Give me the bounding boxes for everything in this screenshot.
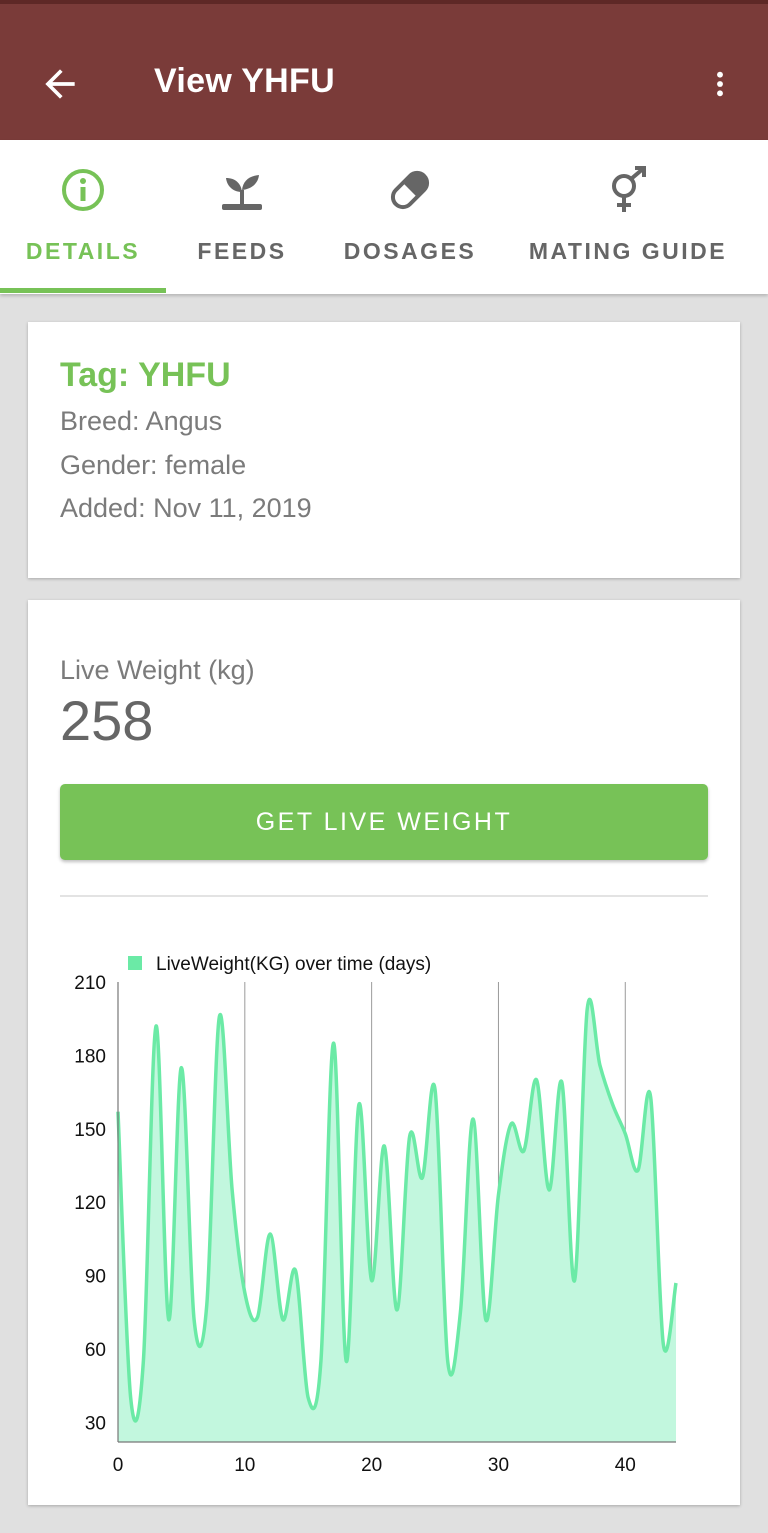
legend-swatch [128, 956, 142, 970]
more-vert-icon[interactable] [704, 62, 736, 106]
active-tab-indicator [0, 288, 166, 293]
live-weight-label: Live Weight (kg) [60, 655, 255, 685]
page-title: View YHFU [154, 62, 335, 100]
animal-gender: Gender: female [60, 450, 247, 480]
x-tick-label: 30 [488, 1455, 509, 1476]
tab-details[interactable]: DETAILS [0, 140, 166, 294]
x-tick-label: 10 [234, 1455, 255, 1476]
tab-mating-guide-label: MATING GUIDE [528, 238, 728, 264]
gender-icon [612, 166, 646, 212]
x-tick-label: 40 [615, 1455, 636, 1476]
x-tick-label: 20 [361, 1455, 382, 1476]
live-weight-card: Live Weight (kg) 258 GET LIVE WEIGHT Liv… [28, 600, 740, 1505]
animal-info-card: Tag: YHFU Breed: Angus Gender: female Ad… [28, 322, 740, 578]
live-weight-value: 258 [60, 689, 154, 752]
arrow-back-icon[interactable] [38, 62, 82, 106]
pill-icon [390, 170, 430, 210]
y-tick-label: 150 [74, 1120, 106, 1141]
y-tick-label: 30 [85, 1413, 106, 1434]
y-tick-label: 120 [74, 1193, 106, 1214]
y-tick-label: 60 [85, 1340, 106, 1361]
y-tick-label: 90 [85, 1267, 106, 1288]
x-tick-label: 0 [113, 1455, 124, 1476]
live-weight-chart: LiveWeight(KG) over time (days) 30 60 90 12… [74, 954, 678, 1476]
sprout-icon [222, 175, 262, 210]
app-bar: View YHFU [0, 0, 768, 140]
tab-feeds[interactable]: FEEDS [166, 140, 318, 294]
tab-dosages-label: DOSAGES [343, 238, 477, 264]
tab-feeds-label: FEEDS [197, 238, 287, 264]
tab-details-label: DETAILS [25, 238, 141, 264]
animal-added-date: Added: Nov 11, 2019 [60, 493, 312, 523]
tab-dosages[interactable]: DOSAGES [318, 140, 502, 294]
divider [60, 895, 708, 897]
info-icon [62, 169, 104, 211]
y-tick-label: 210 [74, 973, 106, 994]
animal-tag: Tag: YHFU [60, 356, 231, 394]
y-tick-label: 180 [74, 1046, 106, 1067]
series-area [118, 999, 676, 1442]
get-live-weight-button[interactable]: GET LIVE WEIGHT [60, 784, 708, 860]
animal-breed: Breed: Angus [60, 406, 223, 436]
tab-bar: DETAILS FEEDS DOSAGES MATING GUIDE [0, 140, 768, 294]
legend-label: LiveWeight(KG) over time (days) [156, 954, 431, 975]
tab-mating-guide[interactable]: MATING GUIDE [502, 140, 754, 294]
